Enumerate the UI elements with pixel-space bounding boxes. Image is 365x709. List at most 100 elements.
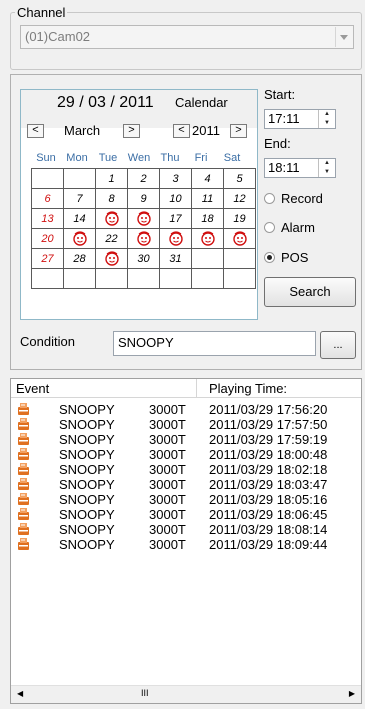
- calendar-day[interactable]: 12: [223, 188, 256, 209]
- event-time: 2011/03/29 18:06:45: [209, 507, 328, 522]
- spin-up-icon[interactable]: ▲: [319, 159, 335, 168]
- list-item[interactable]: SNOOPY 3000T 2011/03/29 18:09:44: [11, 537, 361, 552]
- list-item[interactable]: SNOOPY 3000T 2011/03/29 18:05:16: [11, 492, 361, 507]
- scroll-right-icon[interactable]: ▶: [349, 689, 355, 698]
- calendar-day: [63, 168, 96, 189]
- calendar-week: 20 22: [31, 228, 256, 249]
- calendar-date: 29 / 03 / 2011: [57, 94, 154, 111]
- list-item[interactable]: SNOOPY 3000T 2011/03/29 17:59:19: [11, 432, 361, 447]
- scroll-left-icon[interactable]: ◀: [17, 689, 23, 698]
- list-item[interactable]: SNOOPY 3000T 2011/03/29 18:06:45: [11, 507, 361, 522]
- event-list[interactable]: Event Playing Time: SNOOPY 3000T 2011/03/2…: [10, 378, 362, 704]
- calendar-day[interactable]: [223, 228, 256, 249]
- year-next-button[interactable]: >: [230, 124, 247, 138]
- condition-browse-button[interactable]: ...: [320, 331, 356, 359]
- radio-pos[interactable]: POS: [264, 250, 308, 265]
- weekday-label: Thu: [160, 152, 180, 164]
- calendar-day[interactable]: 9: [127, 188, 160, 209]
- list-item[interactable]: SNOOPY 3000T 2011/03/29 18:02:18: [11, 462, 361, 477]
- start-spin-buttons[interactable]: ▲ ▼: [318, 110, 335, 128]
- calendar-month: March: [64, 123, 101, 138]
- calendar-day[interactable]: [95, 248, 128, 269]
- calendar-day[interactable]: [191, 228, 224, 249]
- radio-pos-circle[interactable]: [264, 252, 275, 263]
- event-name: SNOOPY: [59, 507, 115, 522]
- calendar-day[interactable]: 3: [159, 168, 192, 189]
- calendar-day[interactable]: 6: [31, 188, 64, 209]
- month-next-button[interactable]: >: [123, 124, 140, 138]
- calendar-day[interactable]: 17: [159, 208, 192, 229]
- event-time: 2011/03/29 17:59:19: [209, 432, 328, 447]
- calendar-week: 13 14 17 18 19: [31, 208, 256, 229]
- calendar-day[interactable]: 13: [31, 208, 64, 229]
- list-item[interactable]: SNOOPY 3000T 2011/03/29 18:03:47: [11, 477, 361, 492]
- radio-pos-label: POS: [281, 250, 309, 265]
- calendar-day[interactable]: 2: [127, 168, 160, 189]
- spin-up-icon[interactable]: ▲: [319, 110, 335, 119]
- calendar-day[interactable]: 14: [63, 208, 96, 229]
- event-time: 2011/03/29 18:08:14: [209, 522, 328, 537]
- calendar-week: 12345: [31, 168, 256, 189]
- column-header-playing-time[interactable]: Playing Time:: [197, 379, 361, 398]
- calendar-day[interactable]: [127, 228, 160, 249]
- event-code: 3000T: [149, 522, 186, 537]
- end-spin-buttons[interactable]: ▲ ▼: [318, 159, 335, 177]
- event-code: 3000T: [149, 492, 186, 507]
- channel-dropdown[interactable]: (01)Cam02: [20, 25, 354, 49]
- calendar-day[interactable]: 1: [95, 168, 128, 189]
- radio-record[interactable]: Record: [264, 191, 323, 206]
- event-face-icon: [136, 231, 151, 246]
- calendar: 29 / 03 / 2011 Calendar < March > < 2011…: [20, 89, 258, 320]
- calendar-day[interactable]: 5: [223, 168, 256, 189]
- radio-alarm[interactable]: Alarm: [264, 220, 315, 235]
- end-time-input[interactable]: 18:11 ▲ ▼: [264, 158, 336, 178]
- calendar-day[interactable]: 27: [31, 248, 64, 269]
- spin-down-icon[interactable]: ▼: [319, 168, 335, 177]
- month-prev-button[interactable]: <: [27, 124, 44, 138]
- calendar-day[interactable]: 20: [31, 228, 64, 249]
- year-prev-button[interactable]: <: [173, 124, 190, 138]
- weekday-label: Fri: [194, 152, 208, 164]
- event-face-icon: [104, 251, 119, 266]
- list-item[interactable]: SNOOPY 3000T 2011/03/29 17:56:20: [11, 402, 361, 417]
- channel-selected: (01)Cam02: [25, 29, 91, 44]
- radio-record-circle[interactable]: [264, 193, 275, 204]
- calendar-week: [31, 268, 256, 289]
- spin-down-icon[interactable]: ▼: [319, 119, 335, 128]
- chevron-down-icon[interactable]: [335, 27, 352, 47]
- calendar-day[interactable]: 19: [223, 208, 256, 229]
- list-item[interactable]: SNOOPY 3000T 2011/03/29 17:57:50: [11, 417, 361, 432]
- calendar-day[interactable]: [127, 208, 160, 229]
- calendar-day[interactable]: [63, 228, 96, 249]
- event-code: 3000T: [149, 507, 186, 522]
- event-face-icon: [200, 231, 215, 246]
- event-time: 2011/03/29 18:02:18: [209, 462, 328, 477]
- event-time: 2011/03/29 17:57:50: [209, 417, 328, 432]
- calendar-day[interactable]: 30: [127, 248, 160, 269]
- horizontal-scrollbar[interactable]: ◀ III ▶: [11, 685, 361, 703]
- event-code: 3000T: [149, 462, 186, 477]
- event-name: SNOOPY: [59, 477, 115, 492]
- column-header-event[interactable]: Event: [11, 379, 197, 398]
- list-item[interactable]: SNOOPY 3000T 2011/03/29 18:00:48: [11, 447, 361, 462]
- calendar-day[interactable]: [95, 208, 128, 229]
- start-time-input[interactable]: 17:11 ▲ ▼: [264, 109, 336, 129]
- event-code: 3000T: [149, 537, 186, 552]
- search-button[interactable]: Search: [264, 277, 356, 307]
- calendar-day[interactable]: [159, 228, 192, 249]
- condition-input[interactable]: SNOOPY: [113, 331, 316, 356]
- event-code: 3000T: [149, 402, 186, 417]
- calendar-day[interactable]: 11: [191, 188, 224, 209]
- event-face-icon: [104, 211, 119, 226]
- calendar-day[interactable]: 4: [191, 168, 224, 189]
- calendar-day[interactable]: 10: [159, 188, 192, 209]
- calendar-day[interactable]: 18: [191, 208, 224, 229]
- calendar-day[interactable]: 22: [95, 228, 128, 249]
- scroll-thumb[interactable]: III: [141, 688, 149, 698]
- list-item[interactable]: SNOOPY 3000T 2011/03/29 18:08:14: [11, 522, 361, 537]
- calendar-day[interactable]: 31: [159, 248, 192, 269]
- radio-alarm-circle[interactable]: [264, 222, 275, 233]
- calendar-day[interactable]: 28: [63, 248, 96, 269]
- calendar-day[interactable]: 8: [95, 188, 128, 209]
- calendar-day[interactable]: 7: [63, 188, 96, 209]
